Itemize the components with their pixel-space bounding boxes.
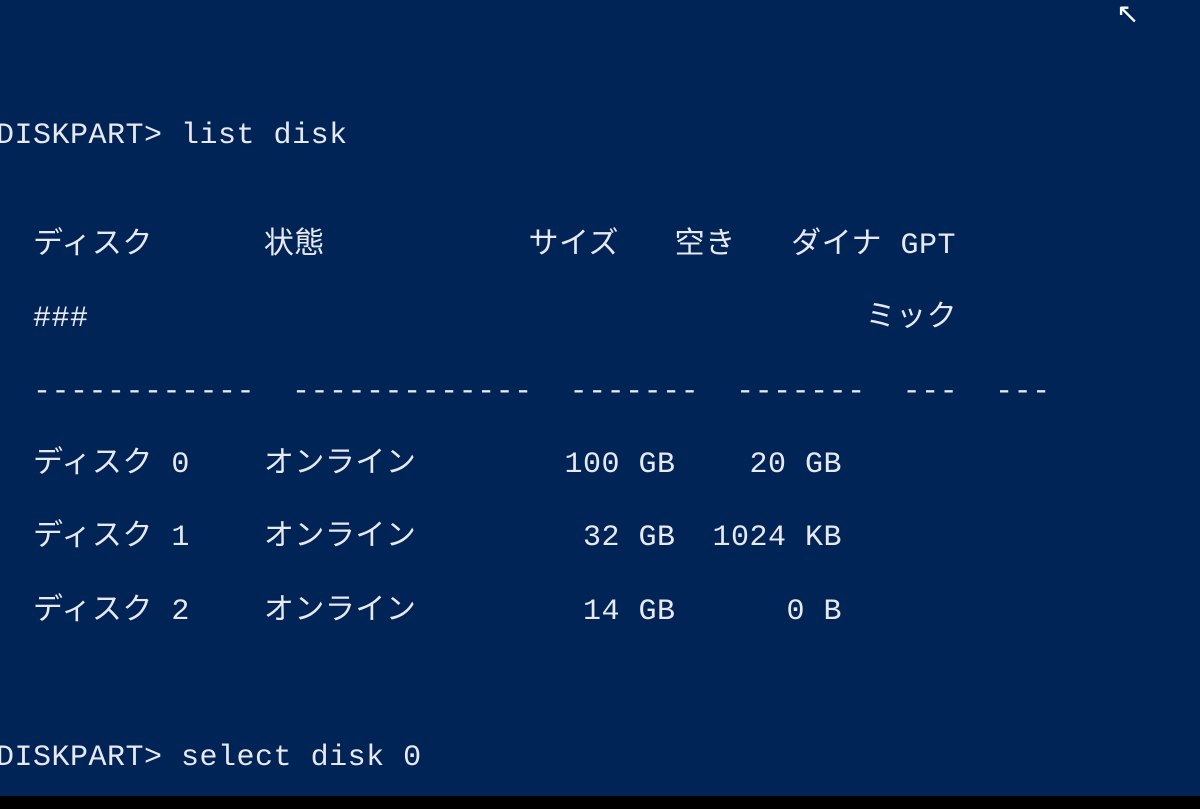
blank	[0, 154, 1200, 191]
prompt-text: DISKPART>	[0, 741, 163, 775]
cursor-icon: ↖	[1116, 0, 1140, 34]
command-text: list disk	[181, 119, 348, 153]
disk-row: ディスク 2 オンライン 14 GB 0 B	[0, 594, 1200, 631]
disk-header-1: ディスク 状態 サイズ 空き ダイナ GPT	[0, 228, 1200, 265]
prompt-text: DISKPART>	[0, 119, 163, 153]
disk-row: ディスク 0 オンライン 100 GB 20 GB	[0, 447, 1200, 484]
disk-header-2: ### ミック	[0, 301, 1200, 338]
command-text: select disk 0	[181, 741, 422, 775]
disk-row: ディスク 1 オンライン 32 GB 1024 KB	[0, 520, 1200, 557]
prompt-select-disk: DISKPART> select disk 0	[0, 741, 422, 775]
blank	[0, 667, 1200, 704]
prompt-list-disk: DISKPART> list disk	[0, 119, 348, 153]
blank	[0, 776, 1200, 809]
disk-separator: ------------ ------------- ------- -----…	[0, 374, 1200, 411]
terminal-window[interactable]: ↖ DISKPART> list disk ディスク 状態 サイズ 空き ダイナ…	[0, 0, 1200, 796]
terminal-content: DISKPART> list disk ディスク 状態 サイズ 空き ダイナ G…	[0, 81, 1200, 809]
